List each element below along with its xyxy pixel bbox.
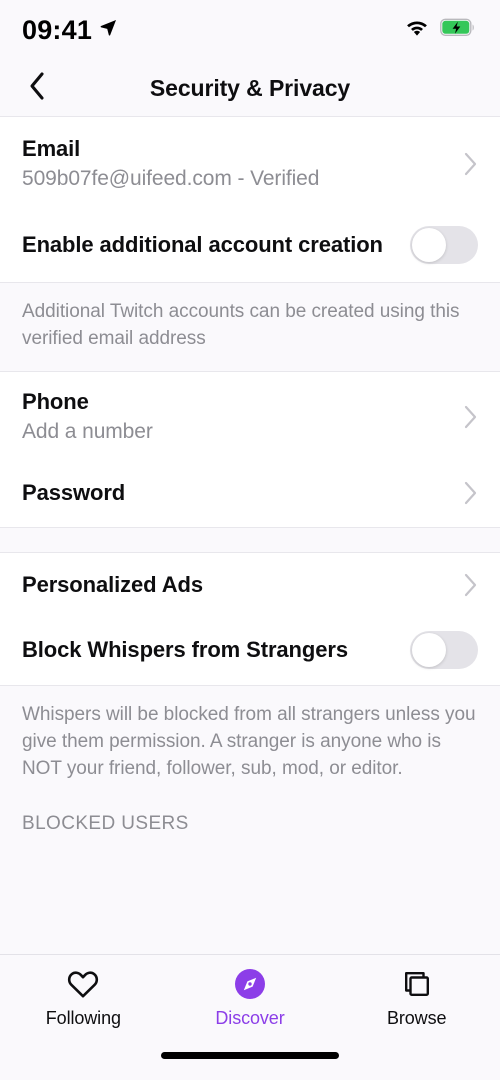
settings-row-phone[interactable]: Phone Add a number bbox=[0, 372, 500, 462]
location-arrow-icon bbox=[99, 18, 118, 42]
chevron-right-icon bbox=[463, 404, 478, 430]
additional-account-creation-label: Enable additional account creation bbox=[22, 232, 383, 258]
blocked-users-header: BLOCKED USERS bbox=[0, 793, 500, 846]
password-row-text: Password bbox=[22, 479, 463, 507]
toggle-knob bbox=[412, 228, 446, 263]
chevron-right-icon bbox=[463, 572, 478, 598]
status-bar-clock: 09:41 bbox=[22, 14, 93, 45]
settings-row-block-whispers[interactable]: Block Whispers from Strangers bbox=[0, 617, 500, 686]
tab-following[interactable]: Following bbox=[0, 967, 167, 1029]
privacy-section: Personalized Ads Block Whispers from Str… bbox=[0, 553, 500, 686]
status-bar: 09:41 bbox=[0, 0, 500, 60]
phone-label: Phone bbox=[22, 389, 89, 415]
page-title: Security & Privacy bbox=[149, 74, 351, 101]
back-button[interactable] bbox=[14, 60, 60, 116]
home-indicator[interactable] bbox=[161, 1052, 339, 1059]
block-whispers-toggle[interactable] bbox=[410, 631, 478, 670]
tab-following-label: Following bbox=[45, 1008, 121, 1028]
phone-screen: 09:41 Security & Privacy Email 509b07fe@… bbox=[0, 0, 500, 1080]
tab-discover-label: Discover bbox=[215, 1008, 285, 1028]
nav-header: Security & Privacy bbox=[0, 60, 500, 117]
compass-icon bbox=[234, 967, 266, 1001]
email-value: 509b07fe@uifeed.com - Verified bbox=[22, 166, 320, 190]
settings-row-personalized-ads[interactable]: Personalized Ads bbox=[0, 553, 500, 618]
additional-account-creation-note: Additional Twitch accounts can be create… bbox=[0, 282, 500, 373]
phone-value: Add a number bbox=[22, 420, 153, 444]
additional-account-creation-text: Enable additional account creation bbox=[22, 231, 410, 259]
personalized-ads-text: Personalized Ads bbox=[22, 571, 463, 599]
home-indicator-area bbox=[0, 1052, 500, 1080]
heart-icon bbox=[67, 967, 99, 1001]
settings-list: Email 509b07fe@uifeed.com - Verified Ena… bbox=[0, 117, 500, 954]
copy-stack-icon bbox=[402, 967, 432, 1001]
settings-row-additional-account-creation[interactable]: Enable additional account creation bbox=[0, 210, 500, 283]
block-whispers-text: Block Whispers from Strangers bbox=[22, 636, 410, 664]
bottom-tab-bar: Following Discover Browse bbox=[0, 954, 500, 1052]
tab-browse-label: Browse bbox=[386, 1008, 447, 1028]
section-gap bbox=[0, 527, 500, 554]
toggle-knob bbox=[412, 633, 446, 668]
additional-account-creation-toggle[interactable] bbox=[410, 226, 478, 265]
settings-row-password[interactable]: Password bbox=[0, 461, 500, 528]
phone-row-text: Phone Add a number bbox=[22, 388, 463, 445]
account-section: Email 509b07fe@uifeed.com - Verified Ena… bbox=[0, 117, 500, 283]
chevron-right-icon bbox=[463, 151, 478, 177]
tab-discover[interactable]: Discover bbox=[167, 967, 334, 1029]
battery-charging-icon bbox=[440, 18, 476, 42]
email-label: Email bbox=[22, 136, 81, 161]
chevron-left-icon bbox=[28, 71, 46, 106]
account-credentials-section: Phone Add a number Password bbox=[0, 372, 500, 528]
status-bar-left: 09:41 bbox=[22, 14, 118, 45]
tab-browse[interactable]: Browse bbox=[333, 967, 500, 1029]
settings-row-email[interactable]: Email 509b07fe@uifeed.com - Verified bbox=[0, 117, 500, 211]
status-bar-right bbox=[404, 18, 476, 42]
password-label: Password bbox=[22, 480, 126, 506]
personalized-ads-label: Personalized Ads bbox=[22, 572, 203, 598]
email-row-text: Email 509b07fe@uifeed.com - Verified bbox=[22, 135, 463, 192]
wifi-icon bbox=[404, 18, 430, 42]
block-whispers-label: Block Whispers from Strangers bbox=[22, 637, 348, 663]
block-whispers-note: Whispers will be blocked from all strang… bbox=[0, 685, 500, 794]
chevron-right-icon bbox=[463, 480, 478, 506]
